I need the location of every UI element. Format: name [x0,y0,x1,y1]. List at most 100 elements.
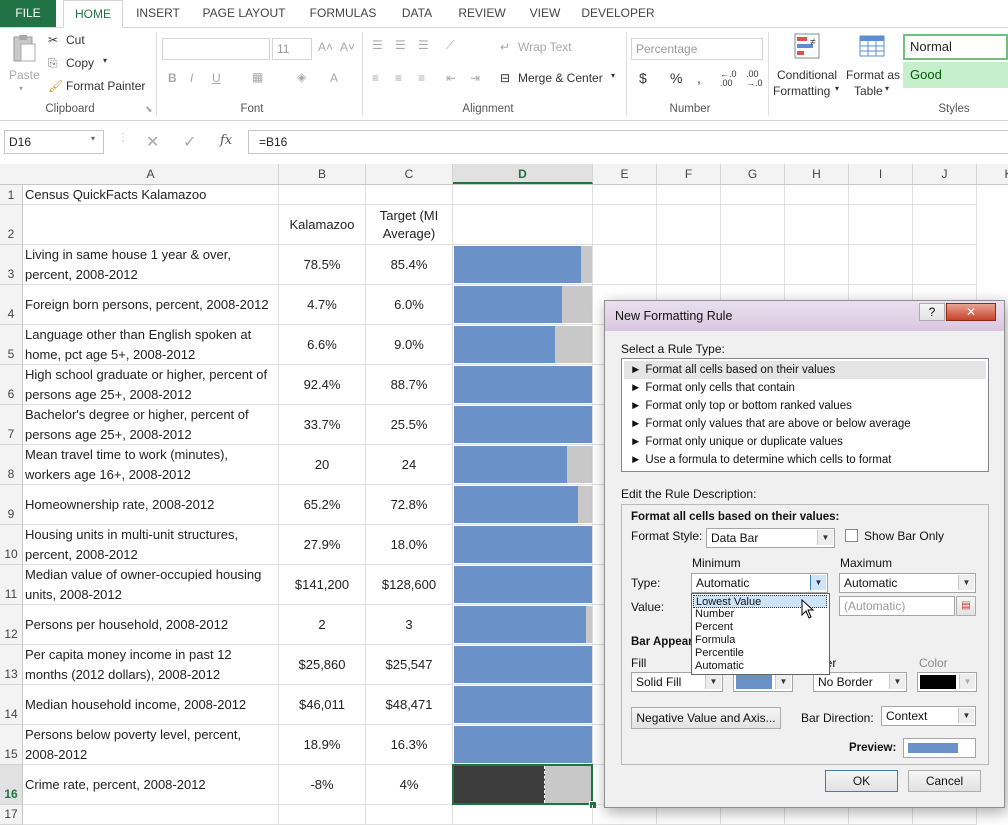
cell[interactable] [849,245,913,285]
row-header[interactable]: 4 [0,285,23,325]
cell-label[interactable]: Median household income, 2008-2012 [23,685,279,725]
cell-target[interactable] [366,805,453,825]
close-button[interactable]: ✕ [946,303,996,321]
cell[interactable] [785,805,849,825]
cell-kalamazoo[interactable]: 2 [279,605,366,645]
cell[interactable] [913,245,977,285]
cell[interactable] [453,205,593,245]
cell-label[interactable]: Persons per household, 2008-2012 [23,605,279,645]
cell[interactable] [453,805,593,825]
dropdown-option[interactable]: Percentile [693,647,829,660]
cell[interactable] [721,185,785,205]
cell-kalamazoo[interactable]: $141,200 [279,565,366,605]
cell-kalamazoo[interactable] [279,805,366,825]
cell-label[interactable]: Crime rate, percent, 2008-2012 [23,765,279,805]
row-header[interactable]: 1 [0,185,23,205]
cell[interactable] [913,185,977,205]
cell[interactable] [657,205,721,245]
cell-kalamazoo[interactable]: 33.7% [279,405,366,445]
cell-target[interactable]: 3 [366,605,453,645]
cell-target[interactable]: 16.3% [366,725,453,765]
cell[interactable] [593,205,657,245]
fill-type-select[interactable]: Solid Fill ▼ [631,672,723,692]
cell[interactable] [721,245,785,285]
cell-target[interactable]: $25,547 [366,645,453,685]
cell[interactable] [721,205,785,245]
rule-type-item[interactable]: ► Use a formula to determine which cells … [624,451,986,469]
cell[interactable] [849,205,913,245]
rule-type-list[interactable]: ► Format all cells based on their values … [621,358,989,472]
format-style-select[interactable]: Data Bar ▼ [706,528,835,548]
fill-color-picker[interactable]: ▼ [733,672,793,692]
cell-label[interactable] [23,805,279,825]
cell-label[interactable]: Homeownership rate, 2008-2012 [23,485,279,525]
cell[interactable] [721,805,785,825]
cell-label[interactable]: Per capita money income in past 12 month… [23,645,279,685]
cell[interactable] [785,245,849,285]
cell[interactable] [657,805,721,825]
cell-target[interactable]: 9.0% [366,325,453,365]
cell[interactable] [593,245,657,285]
dropdown-option[interactable]: Percent [693,621,829,634]
cell-kalamazoo[interactable]: 4.7% [279,285,366,325]
cell-target[interactable]: 25.5% [366,405,453,445]
border-type-select[interactable]: No Border ▼ [813,672,907,692]
cell[interactable] [657,185,721,205]
cell-label[interactable] [23,205,279,245]
cell-kalamazoo[interactable]: Kalamazoo [279,205,366,245]
cell-target[interactable]: Target (MI Average) [366,205,453,245]
cell-label[interactable]: Bachelor's degree or higher, percent of … [23,405,279,445]
row-header[interactable]: 14 [0,685,23,725]
cell[interactable] [657,245,721,285]
cell-target[interactable]: $48,471 [366,685,453,725]
row-header[interactable]: 11 [0,565,23,605]
rule-type-item[interactable]: ► Format only top or bottom ranked values [624,397,986,415]
cell-target[interactable]: 4% [366,765,453,805]
cell[interactable] [453,185,593,205]
row-header[interactable]: 12 [0,605,23,645]
cell-label[interactable]: Mean travel time to work (minutes), work… [23,445,279,485]
cancel-button[interactable]: Cancel [908,770,981,792]
rule-type-item[interactable]: ► Format only unique or duplicate values [624,433,986,451]
cell-label[interactable]: Persons below poverty level, percent, 20… [23,725,279,765]
row-header[interactable]: 2 [0,205,23,245]
dropdown-option[interactable]: Automatic [693,660,829,673]
cell-target[interactable]: 85.4% [366,245,453,285]
cell-label[interactable]: Census QuickFacts Kalamazoo [23,185,279,205]
ok-button[interactable]: OK [825,770,898,792]
row-header[interactable]: 5 [0,325,23,365]
maximum-type-select[interactable]: Automatic ▼ [839,573,976,593]
cell[interactable] [849,805,913,825]
cell-target[interactable]: 88.7% [366,365,453,405]
rule-type-item[interactable]: ► Format only values that are above or be… [624,415,986,433]
cell-label[interactable]: Language other than English spoken at ho… [23,325,279,365]
cell-target[interactable]: 72.8% [366,485,453,525]
help-button[interactable]: ? [919,303,945,321]
border-color-picker[interactable]: ▼ [917,672,977,692]
dropdown-option[interactable]: Formula [693,634,829,647]
collapse-dialog-icon[interactable]: ▤ [956,596,976,616]
cell-target[interactable]: 6.0% [366,285,453,325]
cell[interactable] [913,205,977,245]
cell-kalamazoo[interactable]: 18.9% [279,725,366,765]
row-header[interactable]: 10 [0,525,23,565]
cell[interactable] [593,185,657,205]
row-header[interactable]: 9 [0,485,23,525]
cell-target[interactable]: 18.0% [366,525,453,565]
cell[interactable] [785,205,849,245]
cell-label[interactable]: Median value of owner-occupied housing u… [23,565,279,605]
cell-kalamazoo[interactable]: $46,011 [279,685,366,725]
cell-kalamazoo[interactable]: -8% [279,765,366,805]
row-header[interactable]: 3 [0,245,23,285]
cell-kalamazoo[interactable]: 20 [279,445,366,485]
rule-type-item[interactable]: ► Format only cells that contain [624,379,986,397]
cell-kalamazoo[interactable]: $25,860 [279,645,366,685]
cell-label[interactable]: Living in same house 1 year & over, perc… [23,245,279,285]
maximum-value-input[interactable]: (Automatic) [839,596,955,616]
cell-kalamazoo[interactable]: 92.4% [279,365,366,405]
bar-direction-select[interactable]: Context ▼ [881,706,976,726]
cell-kalamazoo[interactable]: 6.6% [279,325,366,365]
cell-kalamazoo[interactable]: 65.2% [279,485,366,525]
cell[interactable] [785,185,849,205]
row-header[interactable]: 6 [0,365,23,405]
